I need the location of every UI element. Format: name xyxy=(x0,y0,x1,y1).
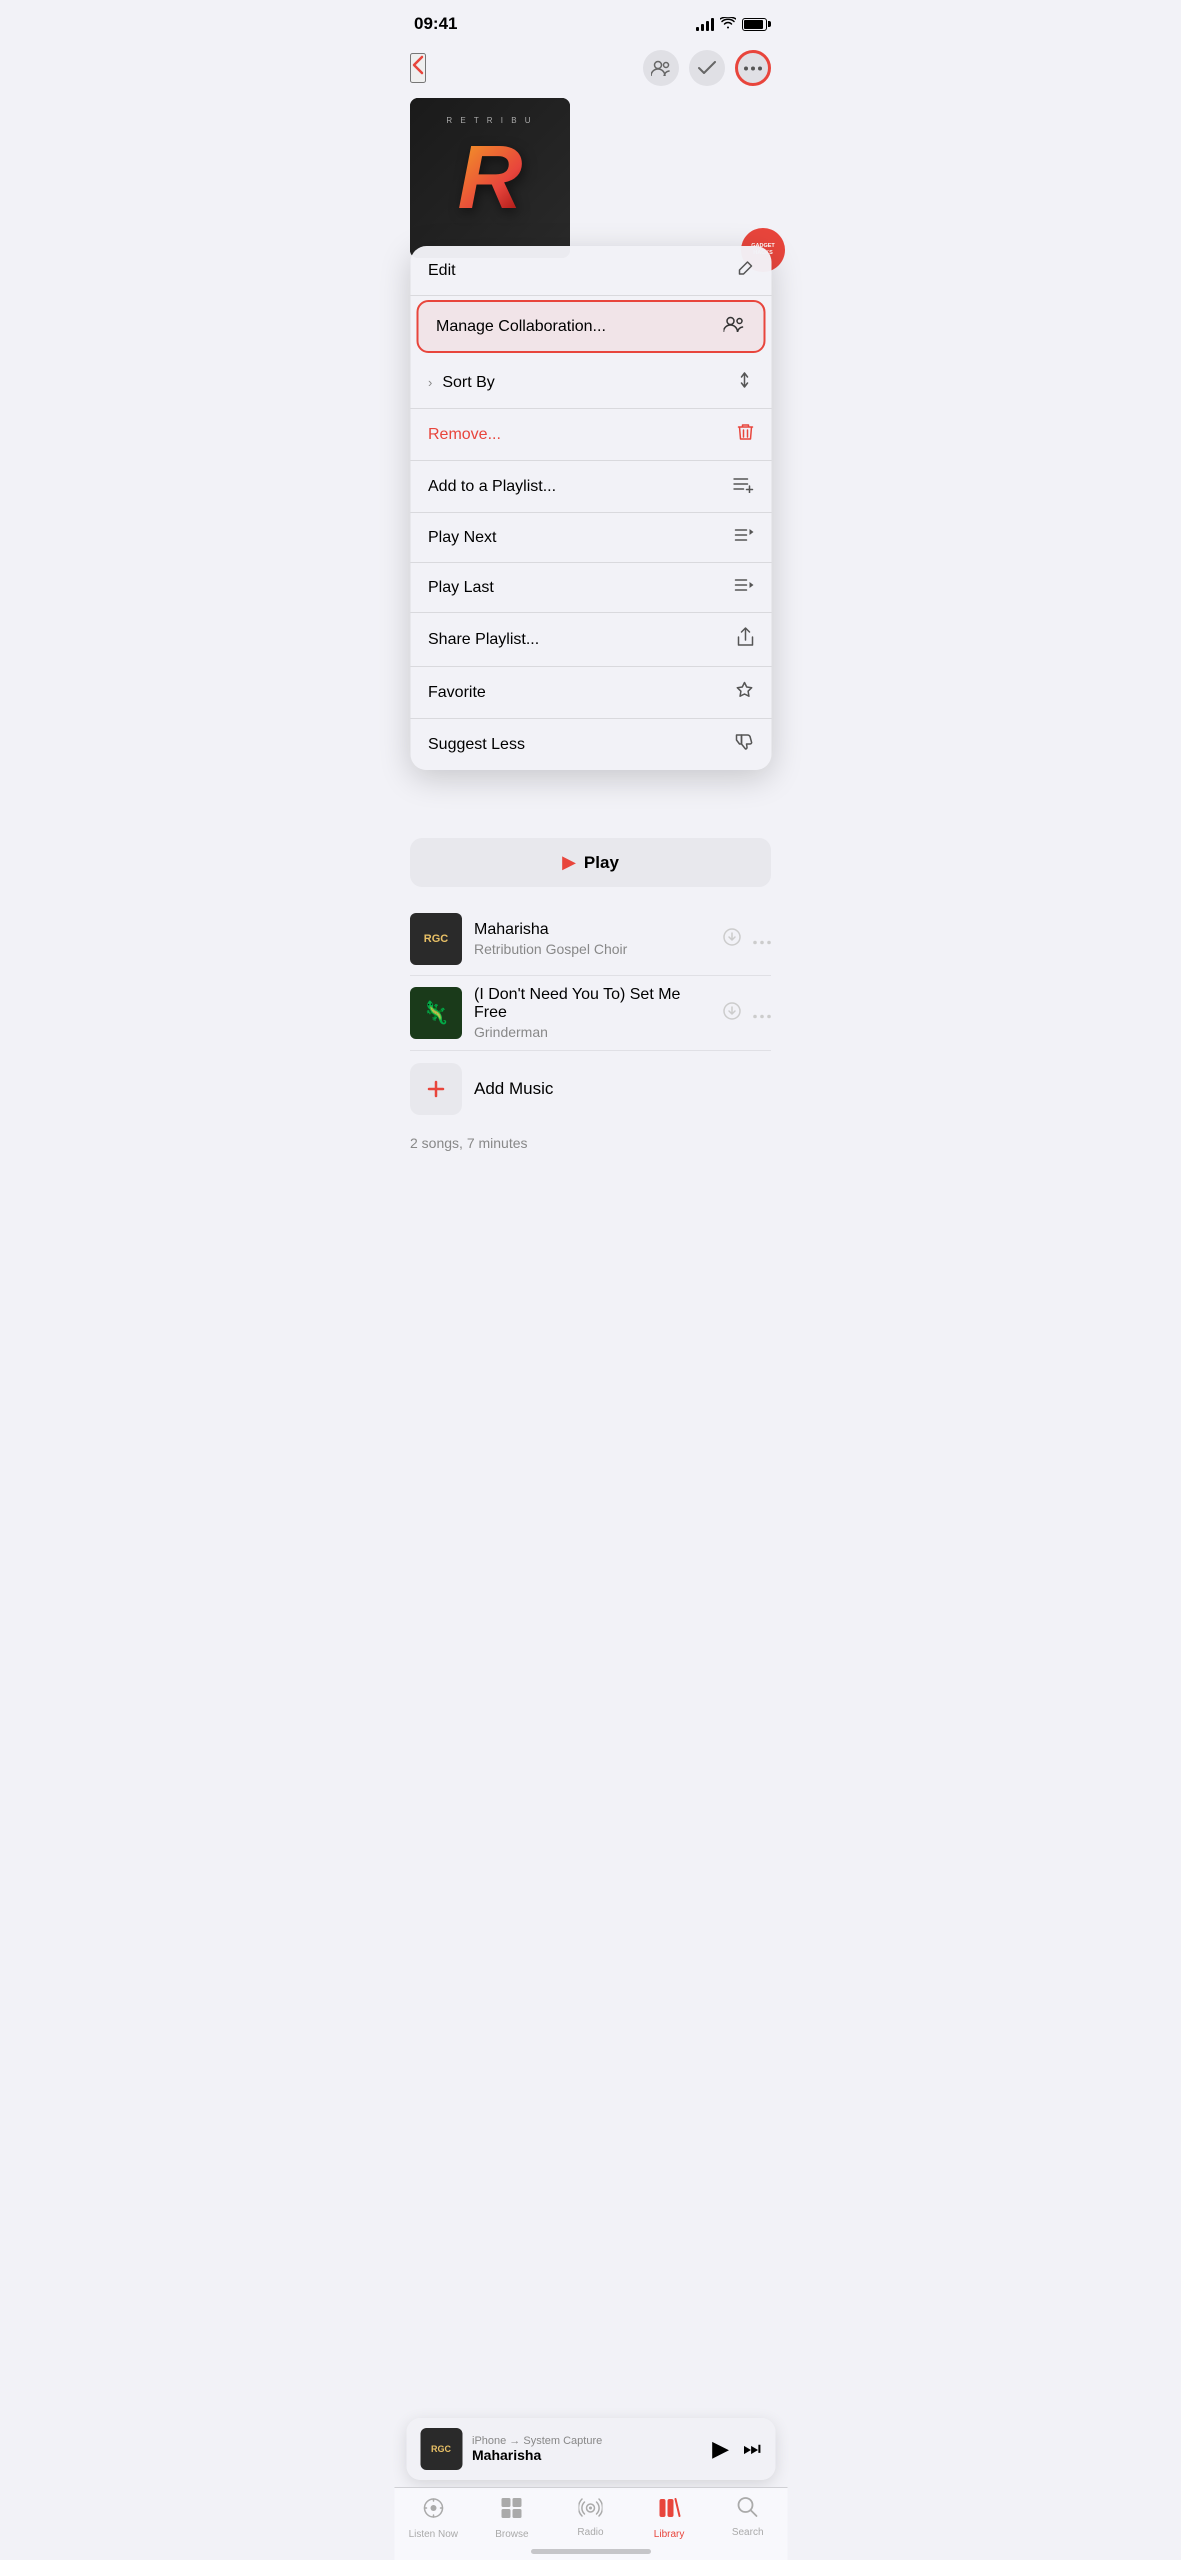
back-button[interactable] xyxy=(410,53,426,83)
tab-library[interactable]: Library xyxy=(630,2496,709,2540)
album-text-top: R E T R I B U xyxy=(410,116,570,125)
download-icon-maharisha[interactable] xyxy=(723,928,741,951)
mini-play-button[interactable]: ▶ xyxy=(712,2436,729,2462)
menu-item-suggest-less[interactable]: Suggest Less xyxy=(410,719,771,770)
tab-listen-now[interactable]: Listen Now xyxy=(394,2496,473,2540)
menu-item-manage-collaboration[interactable]: Manage Collaboration... xyxy=(416,300,765,353)
page-header xyxy=(394,42,787,98)
song-item-set-me-free[interactable]: 🦎 (I Don't Need You To) Set Me Free Grin… xyxy=(410,976,771,1051)
menu-item-favorite[interactable]: Favorite xyxy=(410,667,771,719)
radio-icon xyxy=(578,2496,602,2524)
add-music-icon xyxy=(410,1063,462,1115)
more-button[interactable] xyxy=(735,50,771,86)
song-artwork-maharisha: RGC xyxy=(410,913,462,965)
menu-item-remove[interactable]: Remove... xyxy=(410,409,771,461)
song-item-maharisha[interactable]: RGC Maharisha Retribution Gospel Choir xyxy=(410,903,771,976)
tab-search[interactable]: Search xyxy=(708,2496,787,2540)
play-last-icon xyxy=(733,577,753,598)
share-icon xyxy=(737,627,753,652)
home-indicator xyxy=(531,2549,651,2554)
edit-icon xyxy=(737,260,753,281)
mini-player-artwork: RGC xyxy=(420,2428,462,2470)
tab-browse[interactable]: Browse xyxy=(473,2496,552,2540)
listen-now-icon xyxy=(421,2496,445,2526)
people-button[interactable] xyxy=(643,50,679,86)
song-artwork-grinderman: 🦎 xyxy=(410,987,462,1039)
more-icon-set-me-free[interactable] xyxy=(753,1003,771,1024)
album-letter: R xyxy=(458,127,523,230)
play-button[interactable]: ▶ Play xyxy=(410,838,771,887)
mini-player[interactable]: RGC iPhone → System Capture Maharisha ▶ … xyxy=(406,2418,775,2480)
favorite-icon xyxy=(735,681,753,704)
play-next-icon xyxy=(733,527,753,548)
menu-item-share-playlist[interactable]: Share Playlist... xyxy=(410,613,771,667)
context-menu: Edit Manage Collaboration... › xyxy=(410,246,771,770)
header-actions xyxy=(643,50,771,86)
status-icons xyxy=(696,16,767,32)
add-music-item[interactable]: Add Music xyxy=(410,1051,771,1127)
download-icon-set-me-free[interactable] xyxy=(723,1002,741,1025)
browse-icon xyxy=(500,2496,524,2526)
playlist-header: R E T R I B U R GADGET HACKS xyxy=(410,98,771,258)
song-actions-set-me-free xyxy=(723,1002,771,1025)
menu-item-edit[interactable]: Edit xyxy=(410,246,771,296)
menu-item-sort-by[interactable]: › Sort By xyxy=(410,357,771,409)
sort-icon xyxy=(735,371,753,394)
album-artwork: R E T R I B U R xyxy=(410,98,570,258)
collaboration-icon xyxy=(723,316,745,337)
search-icon xyxy=(737,2496,759,2524)
wifi-icon xyxy=(720,16,736,32)
chevron-icon: › xyxy=(428,375,432,390)
song-info-maharisha: Maharisha Retribution Gospel Choir xyxy=(474,921,711,957)
menu-item-add-to-playlist[interactable]: Add to a Playlist... xyxy=(410,461,771,513)
check-button[interactable] xyxy=(689,50,725,86)
signal-icon xyxy=(696,17,714,31)
song-info-set-me-free: (I Don't Need You To) Set Me Free Grinde… xyxy=(474,986,711,1040)
battery-icon xyxy=(742,18,767,31)
menu-item-play-last[interactable]: Play Last xyxy=(410,563,771,613)
add-to-playlist-icon xyxy=(733,475,753,498)
song-list: RGC Maharisha Retribution Gospel Choir xyxy=(410,903,771,1175)
more-icon-maharisha[interactable] xyxy=(753,929,771,950)
mini-skip-button[interactable]: ⏭ xyxy=(743,2438,761,2461)
play-triangle-icon: ▶ xyxy=(562,852,576,873)
trash-icon xyxy=(737,423,753,446)
status-bar: 09:41 xyxy=(394,0,787,42)
mini-player-controls: ▶ ⏭ xyxy=(712,2436,761,2462)
library-icon xyxy=(658,2496,680,2526)
songs-count: 2 songs, 7 minutes xyxy=(410,1127,771,1175)
thumbs-down-icon xyxy=(735,733,753,756)
menu-item-play-next[interactable]: Play Next xyxy=(410,513,771,563)
tab-radio[interactable]: Radio xyxy=(551,2496,630,2540)
mini-player-info: iPhone → System Capture Maharisha xyxy=(472,2435,702,2463)
play-area: ▶ Play xyxy=(410,838,771,887)
main-content: R E T R I B U R GADGET HACKS Edit Manage… xyxy=(394,98,787,1335)
status-time: 09:41 xyxy=(414,14,457,34)
song-actions-maharisha xyxy=(723,928,771,951)
